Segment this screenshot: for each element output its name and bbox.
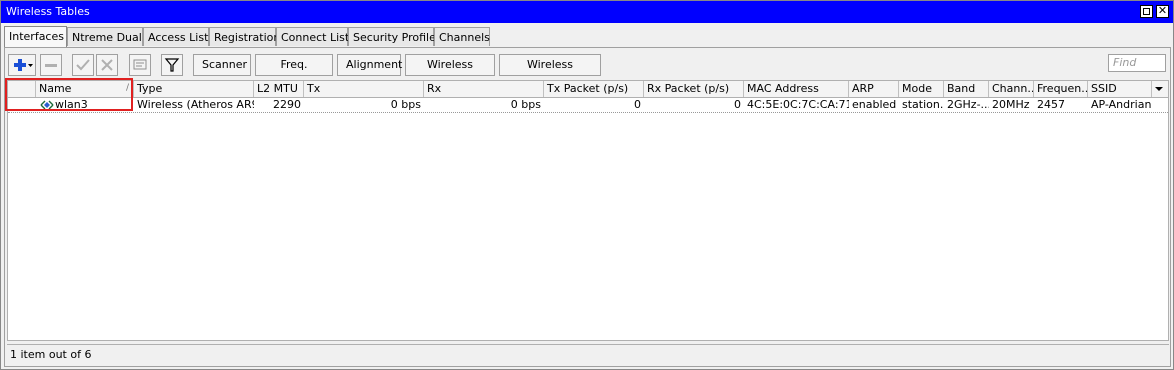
- column-header-mac-address[interactable]: MAC Address: [744, 81, 849, 97]
- x-icon: [101, 59, 113, 71]
- alignment-button[interactable]: Alignment: [337, 54, 402, 76]
- filter-icon: [164, 58, 180, 72]
- window-title: Wireless Tables: [6, 5, 90, 18]
- cell-tx-packet: 0: [634, 98, 641, 111]
- interfaces-table: Name / Type L2 MTU Tx Rx Tx Packet (p/s)…: [7, 80, 1169, 341]
- column-header-arp[interactable]: ARP: [849, 81, 899, 97]
- cell-rx: 0 bps: [510, 98, 541, 111]
- column-header-mode[interactable]: Mode: [899, 81, 944, 97]
- interfaces-panel: Scanner Freq. Usage Alignment Wireless S…: [4, 47, 1171, 367]
- restore-button[interactable]: [1140, 5, 1153, 18]
- column-header-l2mtu[interactable]: L2 MTU: [254, 81, 304, 97]
- column-header-tx[interactable]: Tx: [304, 81, 424, 97]
- tab-channels[interactable]: Channels: [434, 27, 490, 46]
- close-icon: ✕: [1157, 4, 1168, 17]
- cell-l2mtu: 2290: [273, 98, 301, 111]
- tab-connect-list[interactable]: Connect List: [276, 27, 349, 46]
- wireless-sniffer-button[interactable]: Wireless Sniffer: [405, 54, 495, 91]
- plus-icon: [14, 59, 33, 71]
- enable-button[interactable]: [72, 54, 94, 76]
- minus-icon: [45, 64, 57, 67]
- cell-ssid: AP-Andrian: [1091, 98, 1152, 111]
- tab-ntreme-dual[interactable]: Ntreme Dual: [67, 27, 143, 46]
- table-row[interactable]: wlan3 Wireless (Atheros AR9... 2290 0 bp…: [8, 98, 1168, 113]
- cell-frequency: 2457: [1037, 98, 1065, 111]
- wireless-snooper-button[interactable]: Wireless Snooper: [499, 54, 601, 91]
- column-header-frequency[interactable]: Frequen...: [1034, 81, 1088, 97]
- comment-icon: [133, 59, 147, 70]
- cell-type: Wireless (Atheros AR9...: [137, 98, 254, 111]
- disable-button[interactable]: [96, 54, 118, 76]
- cell-mac-address: 4C:5E:0C:7C:CA:71: [747, 98, 849, 111]
- freq-usage-button[interactable]: Freq. Usage: [255, 54, 333, 91]
- columns-menu-button[interactable]: [1152, 81, 1168, 97]
- column-header-tx-packet[interactable]: Tx Packet (p/s): [544, 81, 644, 97]
- column-header-channel[interactable]: Chann...: [989, 81, 1034, 97]
- wireless-tables-window: Wireless Tables ✕ Interfaces Ntreme Dual…: [0, 0, 1174, 370]
- title-bar[interactable]: Wireless Tables ✕: [1, 1, 1173, 23]
- highlight-box: [5, 78, 133, 111]
- cell-band: 2GHz-...: [947, 98, 989, 111]
- column-header-ssid[interactable]: SSID: [1088, 81, 1152, 97]
- cell-channel: 20MHz: [992, 98, 1030, 111]
- column-header-rx-packet[interactable]: Rx Packet (p/s): [644, 81, 744, 97]
- column-header-rx[interactable]: Rx: [424, 81, 544, 97]
- comment-button[interactable]: [129, 54, 151, 76]
- filter-button[interactable]: [161, 54, 183, 76]
- status-bar: 1 item out of 6: [7, 344, 1169, 363]
- cell-rx-packet: 0: [734, 98, 741, 111]
- close-button[interactable]: ✕: [1156, 4, 1169, 18]
- column-header-band[interactable]: Band: [944, 81, 989, 97]
- cell-arp: enabled: [852, 98, 897, 111]
- cell-mode: station...: [902, 98, 944, 111]
- scanner-button[interactable]: Scanner: [193, 54, 251, 76]
- add-button[interactable]: [8, 54, 36, 76]
- find-input[interactable]: Find: [1108, 54, 1166, 72]
- remove-button[interactable]: [40, 54, 62, 76]
- tab-registration[interactable]: Registration: [209, 27, 280, 46]
- check-icon: [76, 59, 90, 71]
- tab-interfaces[interactable]: Interfaces: [4, 26, 67, 47]
- column-header-type[interactable]: Type: [134, 81, 254, 97]
- cell-tx: 0 bps: [390, 98, 421, 111]
- tab-access-list[interactable]: Access List: [143, 27, 209, 46]
- tab-security-profiles[interactable]: Security Profiles: [348, 27, 442, 46]
- chevron-down-icon: [1155, 87, 1163, 91]
- table-header: Name / Type L2 MTU Tx Rx Tx Packet (p/s)…: [8, 81, 1168, 98]
